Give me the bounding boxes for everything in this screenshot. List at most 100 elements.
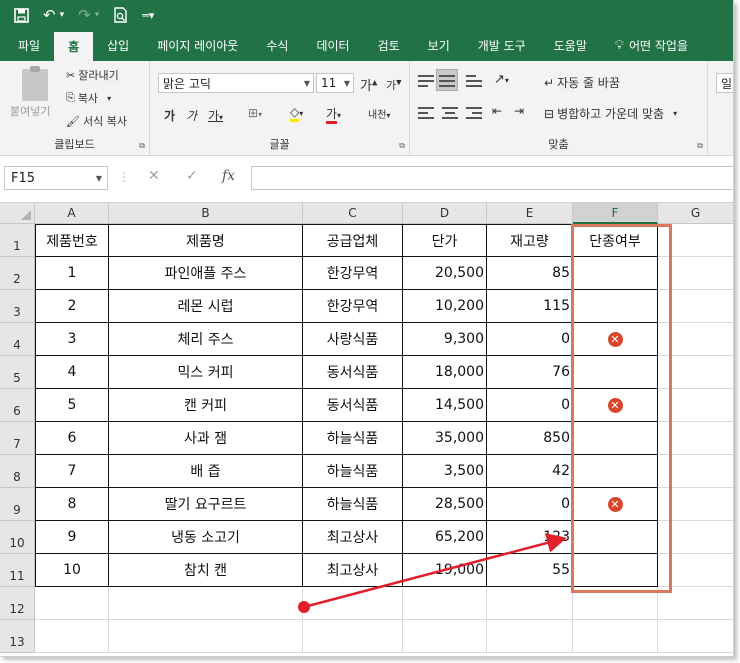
align-center-icon[interactable] xyxy=(442,107,458,119)
cell-g5[interactable] xyxy=(658,356,733,389)
underline-button[interactable]: 가▾ xyxy=(208,107,223,124)
cell-c12[interactable] xyxy=(303,587,403,620)
cell-e12[interactable] xyxy=(487,587,573,620)
cell-e4[interactable]: 0 xyxy=(487,323,573,356)
cell-e8[interactable]: 42 xyxy=(487,455,573,488)
cell-f4[interactable]: ✕ xyxy=(573,323,658,356)
align-middle-icon[interactable] xyxy=(439,75,455,87)
cell-c10[interactable]: 최고상사 xyxy=(303,521,403,554)
cell-g1[interactable] xyxy=(658,224,733,257)
cell-a11[interactable]: 10 xyxy=(35,554,109,587)
cell-f6[interactable]: ✕ xyxy=(573,389,658,422)
redo-icon[interactable]: ↷ xyxy=(78,7,91,23)
row-header-13[interactable]: 13 xyxy=(0,620,35,653)
column-header-e[interactable]: E xyxy=(487,203,573,224)
cell-e7[interactable]: 850 xyxy=(487,422,573,455)
wrap-text-button[interactable]: ↵ 자동 줄 바꿈 xyxy=(544,74,620,91)
cell-a8[interactable]: 7 xyxy=(35,455,109,488)
cell-a7[interactable]: 6 xyxy=(35,422,109,455)
cell-f10[interactable] xyxy=(573,521,658,554)
enter-icon[interactable]: ✓ xyxy=(186,168,198,184)
cell-b2[interactable]: 파인애플 주스 xyxy=(109,257,303,290)
cell-g4[interactable] xyxy=(658,323,733,356)
cell-f13[interactable] xyxy=(573,620,658,653)
cell-g2[interactable] xyxy=(658,257,733,290)
cell-g10[interactable] xyxy=(658,521,733,554)
dialog-launcher-icon[interactable]: ⧉ xyxy=(139,141,145,151)
tab-formulas[interactable]: 수식 xyxy=(252,30,302,61)
cell-f12[interactable] xyxy=(573,587,658,620)
increase-indent-icon[interactable]: ⇥ xyxy=(514,104,524,118)
print-preview-icon[interactable] xyxy=(113,7,128,23)
row-header-5[interactable]: 5 xyxy=(0,356,35,389)
cell-e3[interactable]: 115 xyxy=(487,290,573,323)
cell-c5[interactable]: 동서식품 xyxy=(303,356,403,389)
tell-me-search[interactable]: 💡︎ 어떤 작업을 xyxy=(601,30,702,61)
cell-g12[interactable] xyxy=(658,587,733,620)
align-left-icon[interactable] xyxy=(418,107,434,119)
cell-d1[interactable]: 단가 xyxy=(403,224,487,257)
cell-b9[interactable]: 딸기 요구르트 xyxy=(109,488,303,521)
cut-button[interactable]: ✂ 잘라내기 xyxy=(66,67,119,83)
copy-button[interactable]: ⎘ 복사 ▾ xyxy=(66,90,111,106)
row-header-4[interactable]: 4 xyxy=(0,323,35,356)
increase-font-icon[interactable]: 가▲ xyxy=(360,75,377,94)
redo-dropdown-icon[interactable]: ▾ xyxy=(95,10,100,20)
cell-a3[interactable]: 2 xyxy=(35,290,109,323)
paste-icon[interactable] xyxy=(22,66,48,101)
tab-developer[interactable]: 개발 도구 xyxy=(464,30,540,61)
cell-b13[interactable] xyxy=(109,620,303,653)
cell-a4[interactable]: 3 xyxy=(35,323,109,356)
cell-f8[interactable] xyxy=(573,455,658,488)
cell-c8[interactable]: 하늘식품 xyxy=(303,455,403,488)
cell-d13[interactable] xyxy=(403,620,487,653)
border-icon[interactable]: ⊞▾ xyxy=(248,106,262,120)
cell-c1[interactable]: 공급업체 xyxy=(303,224,403,257)
cell-g7[interactable] xyxy=(658,422,733,455)
undo-dropdown-icon[interactable]: ▾ xyxy=(60,10,65,20)
decrease-indent-icon[interactable]: ⇤ xyxy=(492,104,502,118)
undo-icon[interactable]: ↶ xyxy=(43,7,56,23)
align-top-icon[interactable] xyxy=(418,75,434,87)
cell-d5[interactable]: 18,000 xyxy=(403,356,487,389)
cell-c9[interactable]: 하늘식품 xyxy=(303,488,403,521)
italic-button[interactable]: 가 xyxy=(186,107,197,124)
cell-d12[interactable] xyxy=(403,587,487,620)
cell-b4[interactable]: 체리 주스 xyxy=(109,323,303,356)
cell-e5[interactable]: 76 xyxy=(487,356,573,389)
cell-a6[interactable]: 5 xyxy=(35,389,109,422)
tab-home[interactable]: 홈 xyxy=(54,32,94,61)
cell-d6[interactable]: 14,500 xyxy=(403,389,487,422)
row-header-3[interactable]: 3 xyxy=(0,290,35,323)
cell-e1[interactable]: 재고량 xyxy=(487,224,573,257)
cell-a5[interactable]: 4 xyxy=(35,356,109,389)
cell-e11[interactable]: 55 xyxy=(487,554,573,587)
number-format-select[interactable]: 일 xyxy=(716,73,733,93)
cell-g8[interactable] xyxy=(658,455,733,488)
cell-c13[interactable] xyxy=(303,620,403,653)
customize-qat-icon[interactable]: ═▾ xyxy=(142,10,154,21)
select-all-button[interactable] xyxy=(0,203,35,224)
cell-b5[interactable]: 믹스 커피 xyxy=(109,356,303,389)
column-header-c[interactable]: C xyxy=(303,203,403,224)
cell-c3[interactable]: 한강무역 xyxy=(303,290,403,323)
save-icon[interactable] xyxy=(14,7,29,23)
cell-f1[interactable]: 단종여부 xyxy=(573,224,658,257)
dialog-launcher-icon[interactable]: ⧉ xyxy=(697,141,703,151)
cell-d11[interactable]: 19,000 xyxy=(403,554,487,587)
cell-d8[interactable]: 3,500 xyxy=(403,455,487,488)
cell-a13[interactable] xyxy=(35,620,109,653)
row-header-1[interactable]: 1 xyxy=(0,224,35,257)
dialog-launcher-icon[interactable]: ⧉ xyxy=(399,141,405,151)
orientation-icon[interactable]: ↗▾ xyxy=(494,72,509,87)
cell-f5[interactable] xyxy=(573,356,658,389)
row-header-10[interactable]: 10 xyxy=(0,521,35,554)
cell-f9[interactable]: ✕ xyxy=(573,488,658,521)
formula-input[interactable] xyxy=(251,166,733,190)
cell-f3[interactable] xyxy=(573,290,658,323)
row-header-8[interactable]: 8 xyxy=(0,455,35,488)
cell-a1[interactable]: 제품번호 xyxy=(35,224,109,257)
paste-button[interactable]: 붙여넣기 xyxy=(10,103,50,119)
cell-g3[interactable] xyxy=(658,290,733,323)
cell-b11[interactable]: 참치 캔 xyxy=(109,554,303,587)
